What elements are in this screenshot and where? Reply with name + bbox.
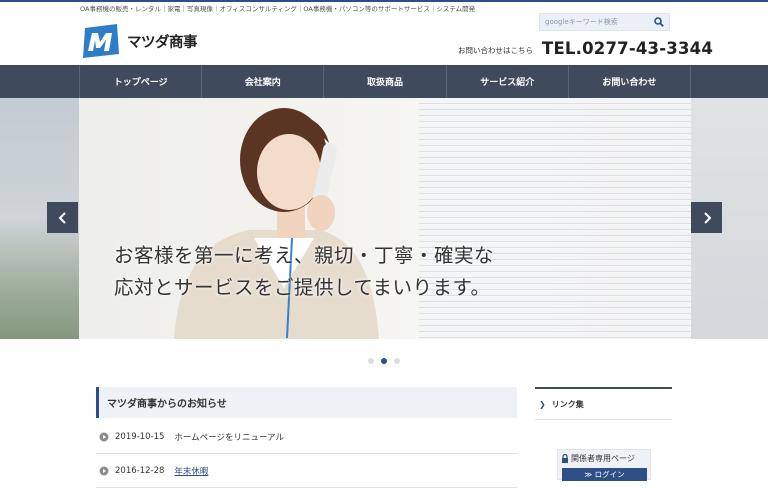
slider-next-button[interactable] [691,202,722,233]
news-heading: マツダ商事からのお知らせ [96,387,517,418]
search-icon [654,17,664,27]
slider-dot-3[interactable] [394,358,400,364]
slider-dot-2[interactable] [381,358,387,364]
members-label-row: 関係者専用ページ [561,453,635,464]
news-date: 2019-10-15 [115,432,165,442]
nav-item-company[interactable]: 会社案内 [202,65,325,98]
main-nav: トップページ 会社案内 取扱商品 サービス紹介 お問い合わせ [0,65,768,98]
chevron-right-icon [703,211,711,224]
members-page-box: 関係者専用ページ ≫ ログイン [557,449,651,481]
nav-item-top[interactable]: トップページ [80,65,203,98]
hero-caption-line-2: 応対とサービスをご提供してまいります。 [114,276,491,299]
search-button[interactable] [650,14,668,30]
header-tagline: OA事務機の販売・レンタル｜家電｜写真現像｜オフィスコンサルティング｜OA事務機… [80,5,476,13]
login-button[interactable]: ≫ ログイン [562,468,647,481]
slider-prev-button[interactable] [47,202,78,233]
news-title: ホームページをリニューアル [174,433,285,443]
logo-text: マツダ商事 [127,34,198,51]
hero-caption: お客様を第一に考え、親切・丁寧・確実な 応対とサービスをご提供してまいります。 [114,240,494,304]
nav-item-contact[interactable]: お問い合わせ [569,65,692,98]
top-accent-line [0,0,768,2]
chevron-right-icon: ❯ [539,399,546,409]
logo-mark-icon [83,24,119,58]
nav-item-services[interactable]: サービス紹介 [447,65,569,98]
search-input[interactable] [540,14,650,30]
nav-list: トップページ 会社案内 取扱商品 サービス紹介 お問い合わせ [79,65,692,98]
hero-caption-line-1: お客様を第一に考え、親切・丁寧・確実な [114,244,495,267]
nav-item-products[interactable]: 取扱商品 [324,65,447,98]
slider-dots [368,358,400,364]
links-label: リンク集 [551,399,584,409]
chevron-left-icon [58,211,66,224]
news-title-link[interactable]: 年末休暇 [174,465,208,477]
play-circle-icon [99,432,109,442]
search-box [539,13,670,31]
links-menu-item[interactable]: ❯ リンク集 [535,387,672,420]
phone-number: TEL.0277-43-3344 [542,39,714,58]
news-date: 2016-12-28 [115,466,165,476]
hero-slider: お客様を第一に考え、親切・丁寧・確実な 応対とサービスをご提供してまいります。 [0,98,768,339]
news-item: 2019-10-15 ホームページをリニューアル [96,421,517,454]
members-label: 関係者専用ページ [571,454,635,463]
slider-dot-1[interactable] [368,358,374,364]
play-circle-icon [99,466,109,476]
news-item: 2016-12-28 年末休暇 [96,455,517,488]
lock-icon [562,454,568,463]
site-logo[interactable]: マツダ商事 [79,20,198,62]
contact-label: お問い合わせはこちら [458,46,533,55]
